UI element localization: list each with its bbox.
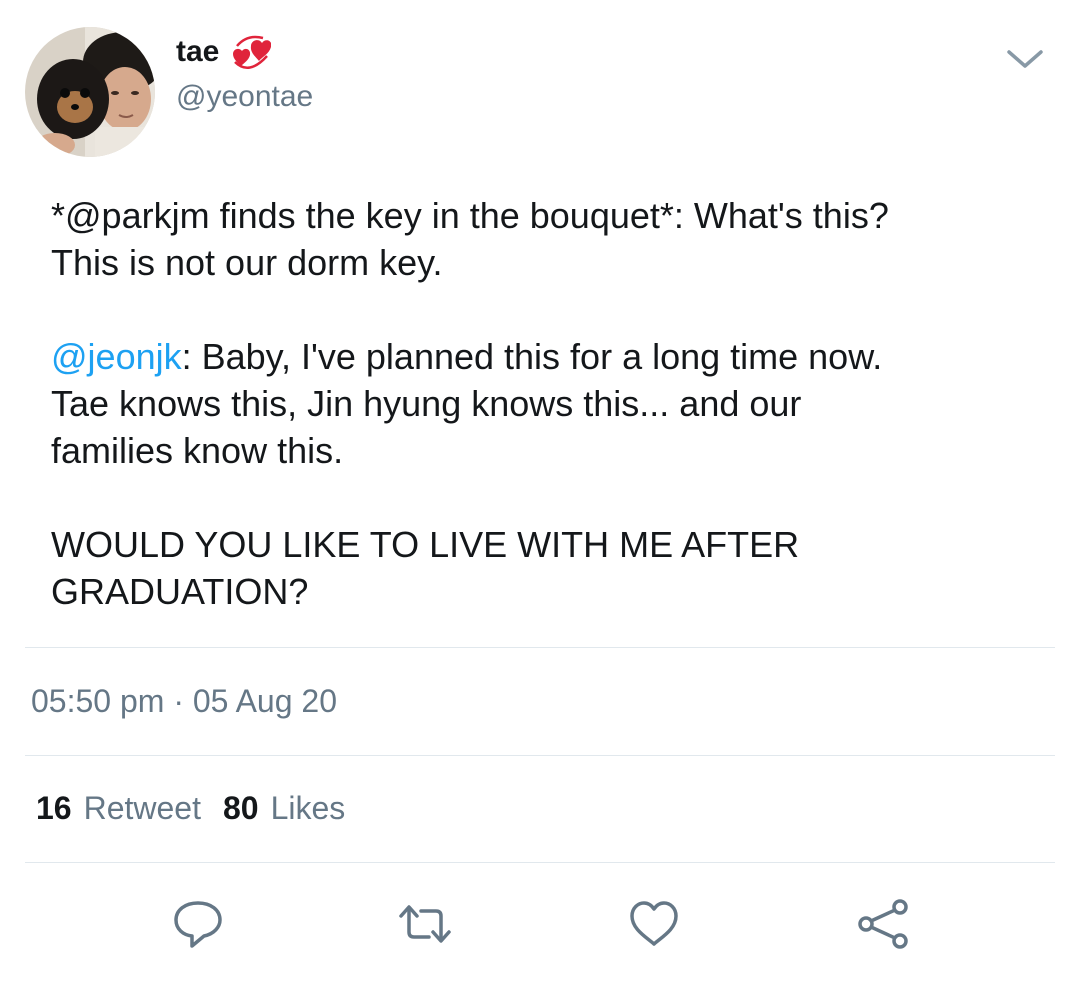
likes-count: 80 bbox=[222, 790, 259, 826]
tweet-text-segment: : Baby, I've planned this for a long tim… bbox=[181, 336, 883, 377]
tweet-timestamp[interactable]: 05:50 pm · 05 Aug 20 bbox=[31, 683, 337, 720]
mention-link[interactable]: @jeonjk bbox=[51, 336, 182, 377]
tweet-text: *@parkjm finds the key in the bouquet*: … bbox=[51, 192, 1051, 615]
retweet-stat[interactable]: 16 Retweet bbox=[36, 790, 201, 827]
tweet-stats: 16 Retweet 80 Likes bbox=[36, 790, 367, 827]
author-handle[interactable]: @yeontae bbox=[176, 80, 313, 114]
tweet-text-line: Tae knows this, Jin hyung knows this... … bbox=[51, 383, 802, 424]
like-icon[interactable] bbox=[626, 896, 682, 952]
divider bbox=[25, 647, 1055, 648]
likes-label: Likes bbox=[270, 790, 346, 826]
retweet-count: 16 bbox=[36, 790, 72, 826]
tweet-text-line: @jeonjk: Baby, I've planned this for a l… bbox=[51, 333, 1051, 380]
retweet-label: Retweet bbox=[83, 790, 201, 826]
divider bbox=[25, 755, 1055, 756]
chevron-down-icon[interactable] bbox=[1003, 40, 1047, 74]
tweet-text-line: This is not our dorm key. bbox=[51, 242, 443, 283]
likes-stat[interactable]: 80 Likes bbox=[223, 790, 345, 827]
tweet-text-line: families know this. bbox=[51, 430, 344, 471]
tweet-detail: tae @yeontae *@parkjm finds the key in t… bbox=[0, 0, 1080, 983]
avatar-image bbox=[25, 27, 155, 157]
author-name-row: tae bbox=[176, 30, 272, 74]
tweet-text-line: *@parkjm finds the key in the bouquet*: … bbox=[51, 195, 889, 236]
divider bbox=[25, 862, 1055, 863]
display-name[interactable]: tae bbox=[176, 35, 219, 69]
tweet-text-line: WOULD YOU LIKE TO LIVE WITH ME AFTER bbox=[51, 524, 800, 565]
retweet-icon[interactable] bbox=[397, 896, 453, 952]
share-icon[interactable] bbox=[855, 896, 911, 952]
reply-icon[interactable] bbox=[170, 896, 226, 952]
tweet-text-line: GRADUATION? bbox=[51, 571, 309, 612]
avatar[interactable] bbox=[25, 27, 155, 157]
revolving-hearts-icon bbox=[229, 32, 272, 72]
